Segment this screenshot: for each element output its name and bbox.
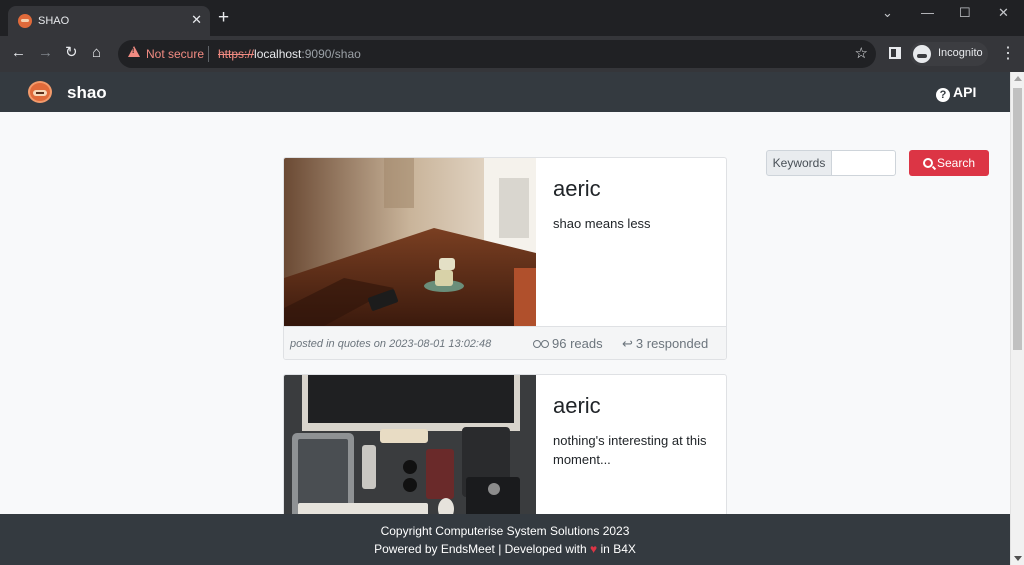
read-count-label: 96 reads: [552, 336, 603, 351]
browser-tab-bar: SHAO ✕ + ⌄ — ☐ ✕: [0, 0, 1024, 36]
tab-close-icon[interactable]: ✕: [191, 12, 202, 28]
search-button-label: Search: [936, 156, 976, 170]
incognito-icon: [913, 45, 931, 63]
scroll-up-icon[interactable]: [1014, 76, 1022, 81]
post-footer: posted in quotes on 2023-08-01 13:02:48 …: [284, 326, 726, 359]
browser-toolbar: ← → ↻ ⌂ Not secure https://localhost:909…: [0, 36, 1024, 72]
browser-tab[interactable]: SHAO ✕: [8, 6, 210, 36]
sloth-favicon-icon: [18, 14, 32, 28]
scroll-thumb[interactable]: [1013, 88, 1022, 350]
security-status[interactable]: Not secure: [146, 47, 204, 61]
reply-icon: ↩: [622, 336, 633, 351]
warning-icon: [128, 46, 140, 57]
search-button[interactable]: Search: [909, 150, 989, 176]
sloth-logo-icon[interactable]: [28, 81, 52, 103]
post-author[interactable]: aeric: [553, 393, 601, 419]
minimize-icon[interactable]: —: [921, 4, 934, 22]
maximize-icon[interactable]: ☐: [959, 4, 971, 22]
url-host: localhost: [254, 47, 302, 61]
scroll-down-icon[interactable]: [1014, 556, 1022, 561]
glasses-icon: [533, 340, 549, 348]
side-panel-icon[interactable]: [889, 47, 901, 59]
powered-by-text: Powered by EndsMeet | Developed with ♥ i…: [0, 542, 1010, 556]
copyright-text: Copyright Computerise System Solutions 2…: [380, 524, 630, 538]
tab-title: SHAO: [38, 15, 70, 27]
app-navbar: shao ? API: [0, 72, 1010, 112]
url-text[interactable]: https://localhost:9090/shao: [218, 47, 361, 61]
incognito-label: Incognito: [938, 47, 983, 59]
read-count: 96 reads: [533, 336, 603, 351]
keywords-label: Keywords: [766, 150, 832, 176]
response-count: ↩ 3 responded: [622, 336, 708, 352]
post-card[interactable]: aeric nothing's interesting at this mome…: [283, 374, 727, 524]
desk-gadgets-photo: [284, 375, 536, 523]
window-close-icon[interactable]: ✕: [998, 4, 1009, 22]
new-tab-button[interactable]: +: [218, 8, 229, 27]
powered-by-suffix: in B4X: [600, 542, 636, 556]
tab-search-icon[interactable]: ⌄: [882, 4, 893, 22]
post-author[interactable]: aeric: [553, 176, 601, 202]
forward-arrow-icon[interactable]: →: [38, 44, 53, 62]
post-card[interactable]: aeric shao means less posted in quotes o…: [283, 157, 727, 360]
address-bar[interactable]: Not secure https://localhost:9090/shao ☆: [118, 40, 876, 68]
site-footer: Copyright Computerise System Solutions 2…: [0, 514, 1010, 565]
brand-name[interactable]: shao: [67, 83, 107, 103]
back-arrow-icon[interactable]: ←: [11, 44, 26, 62]
menu-icon[interactable]: ⋮: [1000, 44, 1016, 64]
keywords-input[interactable]: [831, 150, 896, 176]
url-path: :9090/shao: [301, 47, 361, 61]
divider: [208, 46, 209, 62]
heart-icon: ♥: [590, 542, 598, 556]
powered-by-prefix: Powered by EndsMeet | Developed with: [374, 542, 587, 556]
cafe-table-photo: [284, 158, 536, 326]
post-meta: posted in quotes on 2023-08-01 13:02:48: [290, 338, 492, 350]
url-scheme: https://: [218, 47, 255, 61]
incognito-badge[interactable]: Incognito: [910, 42, 988, 66]
star-icon[interactable]: ☆: [855, 45, 868, 63]
question-circle-icon: ?: [936, 88, 950, 102]
search-icon: [922, 158, 933, 168]
api-link[interactable]: ? API: [936, 84, 976, 102]
reload-icon[interactable]: ↻: [65, 44, 78, 62]
post-excerpt: shao means less: [553, 216, 651, 231]
page-scrollbar[interactable]: [1010, 72, 1024, 565]
post-excerpt: nothing's interesting at this moment...: [553, 433, 707, 467]
response-count-label: 3 responded: [635, 336, 709, 351]
home-icon[interactable]: ⌂: [92, 44, 101, 62]
api-label: API: [953, 84, 977, 100]
